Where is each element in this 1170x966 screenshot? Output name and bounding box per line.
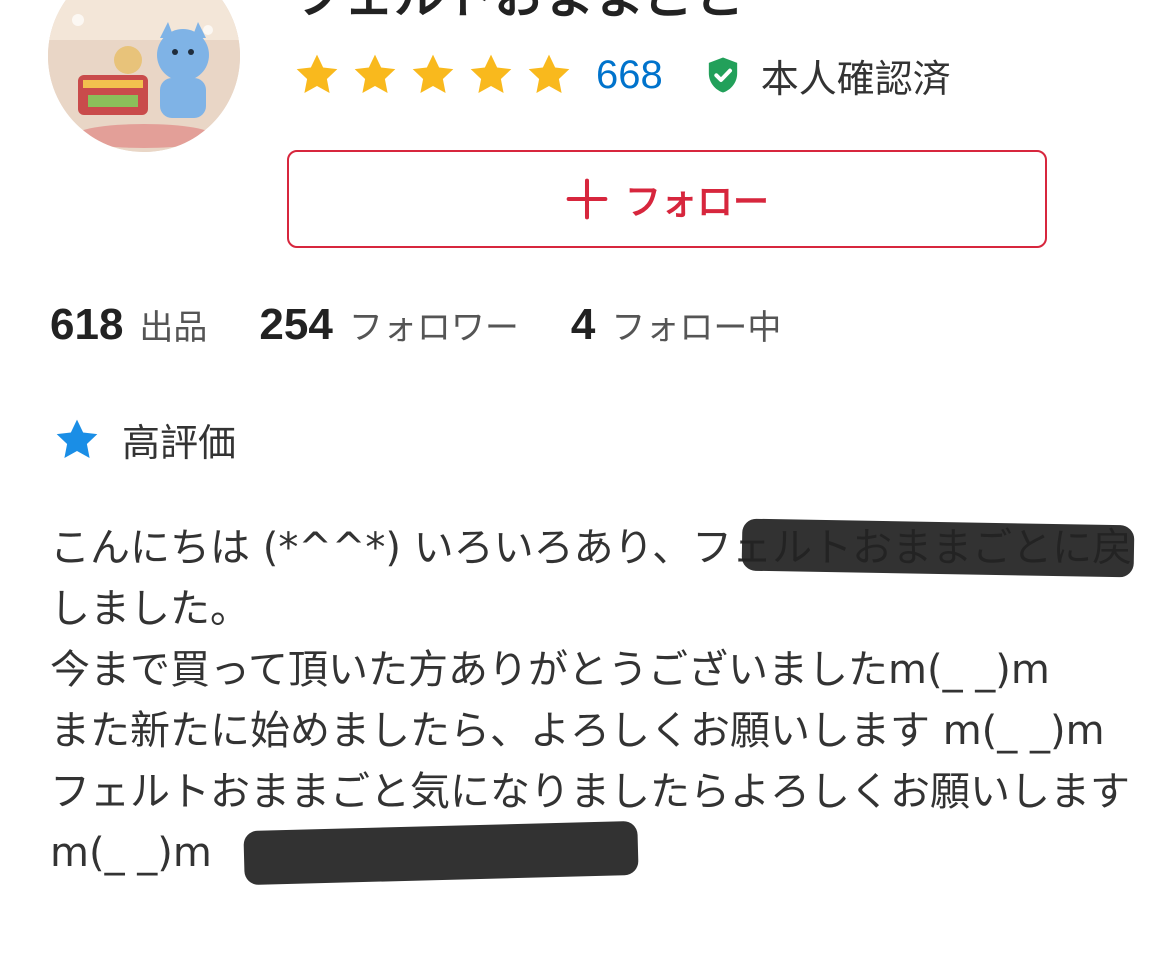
stat-following[interactable]: 4 フォロー中 [571, 300, 781, 350]
followers-label: フォロワー [348, 308, 519, 348]
star-icon [412, 54, 454, 94]
redaction-mark [243, 820, 639, 886]
stat-listings[interactable]: 618 出品 [50, 300, 207, 350]
shop-avatar-image [48, 0, 240, 152]
shop-avatar[interactable] [48, 0, 240, 152]
shop-name: フェルトおままごと [294, 0, 744, 26]
star-icon [470, 54, 512, 94]
high-rating-badge: 高評価 [52, 412, 236, 467]
plus-icon [566, 178, 608, 220]
listings-label: 出品 [139, 308, 208, 348]
rating-stars [292, 50, 582, 100]
follow-button[interactable]: フォロー [287, 150, 1047, 248]
followers-count: 254 [259, 300, 333, 349]
follow-button-label: フォロー [624, 182, 769, 223]
stats-row: 618 出品 254 フォロワー 4 フォロー中 [50, 300, 833, 360]
verified-label: 本人確認済 [760, 56, 951, 101]
star-icon [354, 54, 396, 94]
shield-check-icon [708, 57, 737, 93]
redaction-mark [741, 518, 1135, 578]
listings-count: 618 [50, 300, 124, 349]
following-count: 4 [570, 300, 596, 349]
star-icon [528, 54, 570, 94]
review-count-link[interactable]: 668 [596, 53, 663, 98]
star-icon [56, 419, 98, 458]
star-icon [296, 54, 338, 94]
badge-label: 高評価 [122, 421, 237, 465]
stat-followers[interactable]: 254 フォロワー [259, 300, 518, 350]
rating-row[interactable]: 668 本人確認済 [292, 48, 951, 102]
following-label: フォロー中 [611, 308, 782, 348]
